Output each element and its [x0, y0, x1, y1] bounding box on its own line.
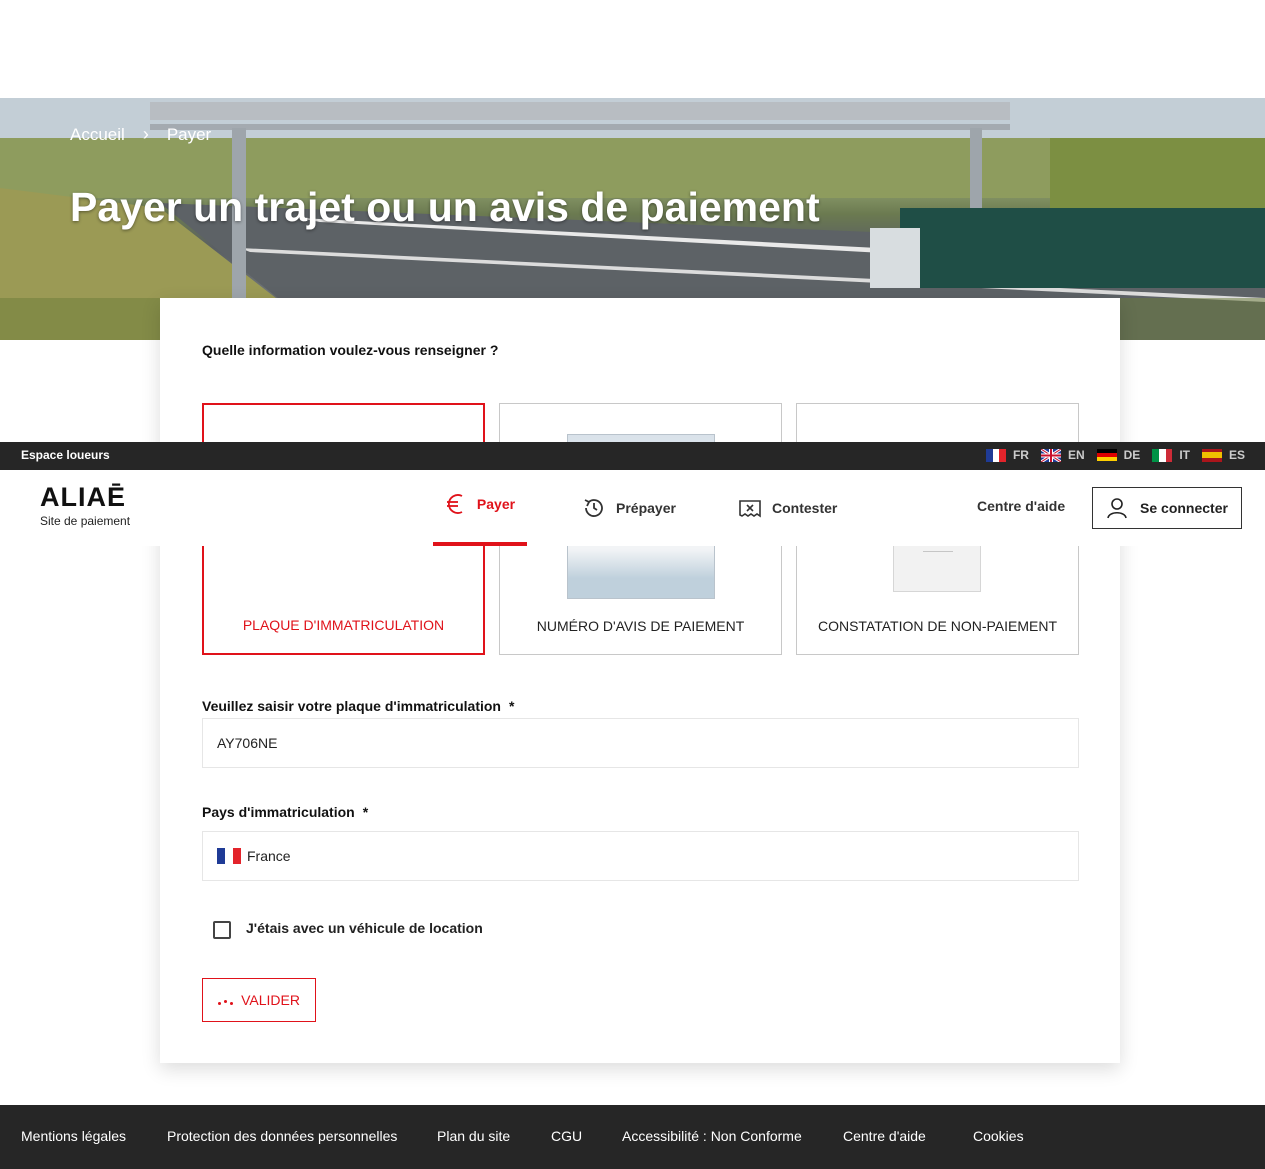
country-label: Pays d'immatriculation *	[202, 804, 369, 820]
country-select[interactable]: France	[202, 831, 1079, 881]
option-label: PLAQUE D'IMMATRICULATION	[242, 617, 445, 633]
aliae-logo[interactable]: ALIAĒ Site de paiement	[40, 482, 130, 528]
breadcrumb-current: Payer	[166, 124, 212, 144]
uk-flag-icon	[1040, 448, 1061, 462]
top-bar: Espace loueurs FR EN DE IT ES	[0, 442, 1265, 470]
nav-prepayer[interactable]: Prépayer	[582, 470, 676, 546]
rental-checkbox-label[interactable]: J'étais avec un véhicule de location	[246, 920, 483, 936]
payment-form-card: Quelle information voulez-vous renseigne…	[160, 298, 1120, 1063]
footer: Mentions légales Protection des données …	[0, 1105, 1265, 1169]
user-icon	[1107, 498, 1127, 519]
euro-icon	[446, 494, 463, 514]
language-switcher: FR EN DE IT ES	[985, 448, 1245, 462]
plate-label: Veuillez saisir votre plaque d'immatricu…	[202, 698, 515, 714]
spain-flag-icon	[1201, 448, 1222, 462]
main-header: ALIAĒ Site de paiement Payer Prépayer Co…	[0, 470, 1265, 546]
option-label: CONSTATATION DE NON-PAIEMENT	[817, 618, 1058, 634]
lang-de[interactable]: DE	[1096, 448, 1140, 462]
france-flag-icon	[217, 848, 241, 864]
footer-link-sitemap[interactable]: Plan du site	[437, 1128, 510, 1144]
lang-es[interactable]: ES	[1201, 448, 1245, 462]
lang-it[interactable]: IT	[1152, 448, 1190, 462]
validate-button[interactable]: VALIDER	[202, 978, 316, 1022]
page-title: Payer un trajet ou un avis de paiement	[70, 184, 820, 230]
plate-input[interactable]: AY706NE	[202, 718, 1079, 768]
footer-link-help[interactable]: Centre d'aide	[843, 1128, 926, 1144]
ticket-x-icon	[739, 500, 761, 518]
lang-fr[interactable]: FR	[985, 448, 1029, 462]
option-label: NUMÉRO D'AVIS DE PAIEMENT	[536, 618, 745, 634]
chevron-right-icon: ›	[142, 124, 149, 144]
nav-payer[interactable]: Payer	[433, 470, 527, 546]
france-flag-icon	[985, 448, 1006, 462]
footer-link-accessibility[interactable]: Accessibilité : Non Conforme	[622, 1128, 802, 1144]
lang-en[interactable]: EN	[1040, 448, 1085, 462]
form-question: Quelle information voulez-vous renseigne…	[202, 342, 499, 358]
login-button[interactable]: Se connecter	[1092, 487, 1242, 529]
footer-link-privacy[interactable]: Protection des données personnelles	[167, 1128, 397, 1144]
footer-link-mentions[interactable]: Mentions légales	[21, 1128, 126, 1144]
clock-refresh-icon	[584, 499, 603, 517]
nav-contester[interactable]: Contester	[738, 470, 837, 546]
footer-link-cookies[interactable]: Cookies	[973, 1128, 1024, 1144]
germany-flag-icon	[1096, 448, 1117, 462]
logo-subtitle: Site de paiement	[40, 514, 131, 528]
logo-text: ALIAĒ	[40, 482, 126, 512]
italy-flag-icon	[1152, 448, 1173, 462]
breadcrumb-home-link[interactable]: Accueil	[70, 125, 125, 145]
breadcrumb: Accueil › Payer	[70, 124, 211, 145]
loading-dots-icon	[218, 995, 234, 1005]
espace-loueurs-link[interactable]: Espace loueurs	[21, 448, 110, 462]
rental-checkbox[interactable]	[213, 921, 231, 939]
help-center-link[interactable]: Centre d'aide	[977, 498, 1065, 514]
footer-link-cgu[interactable]: CGU	[551, 1128, 582, 1144]
